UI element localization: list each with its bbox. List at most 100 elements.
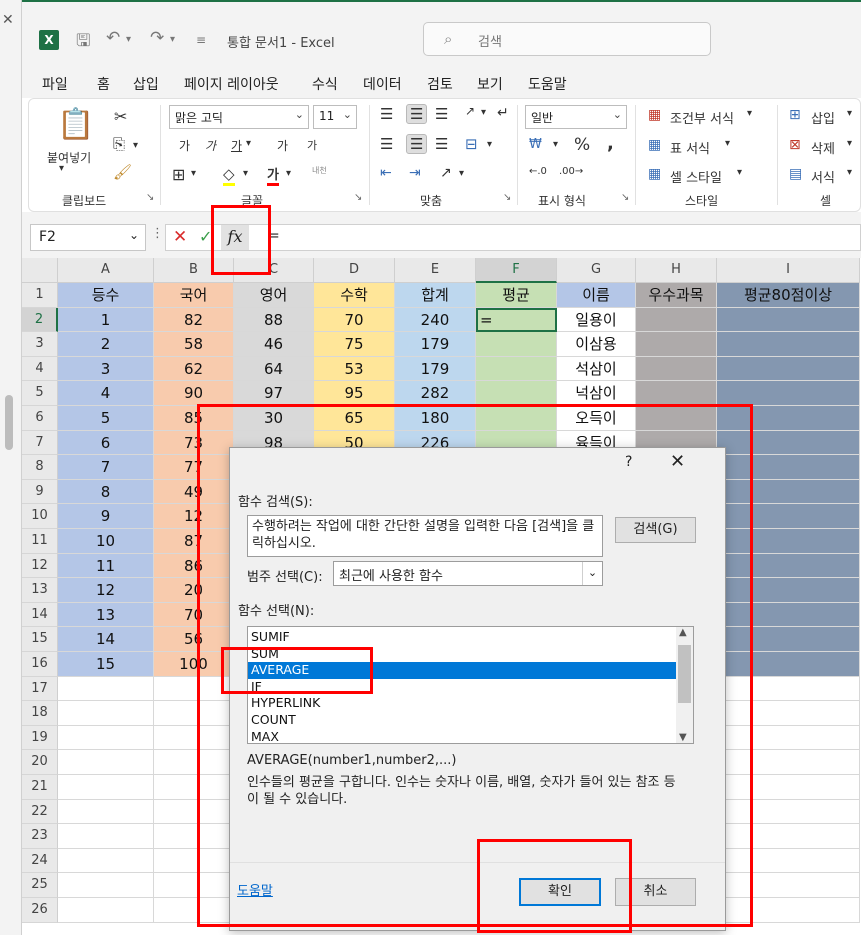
align-left-icon[interactable]: ☰ (380, 135, 393, 153)
cell-b17[interactable] (154, 676, 234, 702)
close-button[interactable]: ✕ (670, 451, 685, 472)
cell-b7[interactable]: 73 (154, 430, 234, 456)
cell-g3[interactable]: 이삼용 (557, 332, 636, 357)
row-header-20[interactable]: 20 (22, 750, 58, 775)
cell-i23[interactable] (717, 824, 860, 849)
cell-b5[interactable]: 90 (154, 381, 234, 406)
cell-h5[interactable] (636, 381, 717, 406)
cell-b26[interactable] (154, 898, 234, 923)
cell-a24[interactable] (58, 848, 154, 874)
row-header-14[interactable]: 14 (22, 602, 58, 628)
row-header-10[interactable]: 10 (22, 504, 58, 529)
delete-cells-icon[interactable]: ⊠ (789, 137, 801, 153)
cell-i22[interactable] (717, 799, 860, 825)
cell-e3[interactable]: 179 (395, 332, 476, 357)
cell-c6[interactable]: 30 (234, 406, 314, 431)
function-list-scrollbar[interactable]: ▲ ▼ (676, 627, 693, 743)
column-header-d[interactable]: D (314, 258, 395, 283)
search-button[interactable]: 검색(G) (615, 517, 696, 543)
cell-b16[interactable]: 100 (154, 652, 234, 677)
cell-e1[interactable]: 합계 (395, 283, 476, 308)
cancel-button[interactable]: 취소 (615, 878, 696, 906)
cell-c4[interactable]: 64 (234, 356, 314, 382)
column-header-h[interactable]: H (636, 258, 717, 283)
row-header-13[interactable]: 13 (22, 578, 58, 603)
cell-d6[interactable]: 65 (314, 406, 395, 431)
help-button[interactable]: ? (625, 454, 632, 470)
increase-decimal-icon[interactable]: ←.0 (529, 166, 547, 177)
text-direction-icon[interactable]: ↗ (465, 104, 475, 118)
row-header-11[interactable]: 11 (22, 529, 58, 554)
percent-style-icon[interactable]: % (574, 135, 590, 155)
row-header-3[interactable]: 3 (22, 332, 58, 357)
row-header-21[interactable]: 21 (22, 775, 58, 800)
font-color-button[interactable]: 가 (267, 164, 279, 186)
cell-a25[interactable] (58, 873, 154, 898)
tab-home[interactable]: 홈 (97, 74, 110, 101)
cell-f2[interactable]: = (476, 307, 557, 333)
cell-i7[interactable] (717, 430, 860, 456)
cell-a26[interactable] (58, 898, 154, 923)
cell-e2[interactable]: 240 (395, 307, 476, 333)
chevron-down-icon[interactable]: ▾ (133, 140, 138, 151)
cell-d3[interactable]: 75 (314, 332, 395, 357)
cell-b14[interactable]: 70 (154, 602, 234, 628)
format-painter-icon[interactable]: 🖌 (113, 163, 132, 181)
row-header-6[interactable]: 6 (22, 406, 58, 431)
phonetic-button[interactable]: 내천 (312, 165, 327, 176)
cell-c5[interactable]: 97 (234, 381, 314, 406)
dialog-launcher-icon[interactable]: ↘ (503, 192, 511, 203)
cell-a19[interactable] (58, 725, 154, 751)
align-center-icon[interactable]: ☰ (406, 134, 428, 154)
cell-i24[interactable] (717, 848, 860, 874)
cell-d5[interactable]: 95 (314, 381, 395, 406)
cell-d2[interactable]: 70 (314, 307, 395, 333)
cell-b6[interactable]: 85 (154, 406, 234, 431)
cell-a16[interactable]: 15 (58, 652, 154, 677)
cell-b25[interactable] (154, 873, 234, 898)
row-header-4[interactable]: 4 (22, 356, 58, 382)
dialog-launcher-icon[interactable]: ↘ (146, 192, 154, 203)
cell-g2[interactable]: 일용이 (557, 307, 636, 333)
cell-h4[interactable] (636, 356, 717, 382)
ok-button[interactable]: 확인 (519, 878, 601, 906)
scroll-up-icon[interactable]: ▲ (679, 627, 687, 638)
cell-f1[interactable]: 평균 (476, 283, 557, 308)
cell-i17[interactable] (717, 676, 860, 702)
more-options-icon[interactable]: ⋮ (151, 226, 164, 241)
italic-button[interactable]: 가 (205, 137, 216, 154)
row-header-24[interactable]: 24 (22, 848, 58, 874)
format-cells-icon[interactable]: ▤ (789, 166, 802, 182)
cell-c1[interactable]: 영어 (234, 283, 314, 308)
cell-b9[interactable]: 49 (154, 479, 234, 505)
cell-styles-button[interactable]: 셀 스타일 (670, 167, 722, 186)
format-as-table-button[interactable]: 표 서식 (670, 138, 710, 157)
conditional-formatting-button[interactable]: 조건부 서식 (670, 108, 734, 127)
row-header-15[interactable]: 15 (22, 627, 58, 652)
cell-b12[interactable]: 86 (154, 553, 234, 579)
cell-b23[interactable] (154, 824, 234, 849)
function-list-item[interactable]: SUM (248, 646, 676, 663)
chevron-down-icon[interactable]: ▾ (459, 168, 464, 179)
paste-button[interactable]: 붙여넣기 (47, 149, 91, 166)
formula-input[interactable]: = (256, 224, 861, 251)
cell-i19[interactable] (717, 725, 860, 751)
chevron-down-icon[interactable]: ▾ (286, 168, 291, 179)
tab-data[interactable]: 데이터 (363, 74, 402, 94)
row-header-8[interactable]: 8 (22, 455, 58, 480)
row-header-17[interactable]: 17 (22, 676, 58, 702)
function-list-item[interactable]: SUMIF (248, 629, 676, 646)
row-header-12[interactable]: 12 (22, 553, 58, 579)
row-header-23[interactable]: 23 (22, 824, 58, 849)
redo-icon[interactable]: ↷ (150, 28, 164, 48)
underline-button[interactable]: 가 (231, 137, 242, 154)
search-function-input[interactable]: 수행하려는 작업에 대한 간단한 설명을 입력한 다음 [검색]을 클릭하십시오… (247, 515, 603, 557)
tab-view[interactable]: 보기 (477, 74, 503, 94)
align-top-icon[interactable]: ☰ (380, 105, 393, 123)
dialog-launcher-icon[interactable]: ↘ (354, 192, 362, 203)
cell-g5[interactable]: 넉삼이 (557, 381, 636, 406)
cell-i20[interactable] (717, 750, 860, 775)
customize-toolbar-icon[interactable]: ≡ (196, 33, 206, 47)
category-select[interactable]: 최근에 사용한 함수 ⌄ (333, 561, 603, 586)
insert-cells-icon[interactable]: ⊞ (789, 107, 801, 123)
